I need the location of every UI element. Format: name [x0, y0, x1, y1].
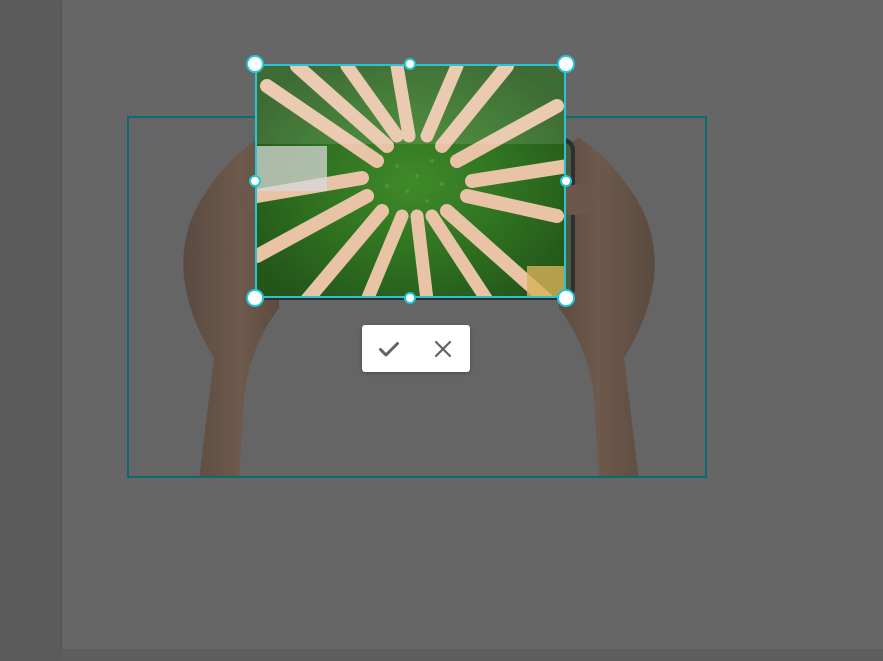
- crop-region[interactable]: [255, 64, 566, 298]
- crop-handle-bottom-left[interactable]: [246, 289, 264, 307]
- close-icon: [434, 340, 452, 357]
- crop-handle-bottom-right[interactable]: [557, 289, 575, 307]
- crop-handle-top-left[interactable]: [246, 55, 264, 73]
- canvas-margin-bottom: [62, 649, 883, 661]
- crop-handle-bottom[interactable]: [404, 292, 416, 304]
- canvas-stage: Apply crop Cancel crop: [0, 0, 883, 661]
- crop-toolbar: Apply crop Cancel crop: [362, 325, 470, 372]
- crop-handle-left[interactable]: [249, 175, 261, 187]
- check-icon: [379, 341, 399, 356]
- crop-handle-top[interactable]: [404, 58, 416, 70]
- group-hands-photo: [257, 66, 564, 296]
- canvas-margin: [0, 0, 62, 661]
- crop-handle-top-right[interactable]: [557, 55, 575, 73]
- cancel-crop-button[interactable]: Cancel crop: [423, 329, 463, 369]
- crop-handle-right[interactable]: [560, 175, 572, 187]
- apply-crop-button[interactable]: Apply crop: [369, 329, 409, 369]
